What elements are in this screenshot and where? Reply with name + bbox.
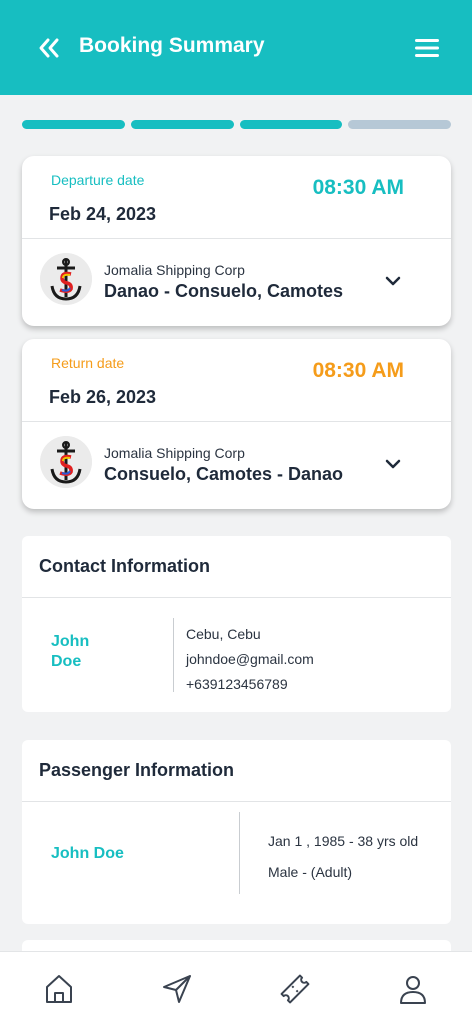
expand-button[interactable] (384, 457, 402, 469)
progress-step-2 (130, 120, 234, 129)
contact-address: Cebu, Cebu (186, 626, 261, 642)
chevron-down-icon (385, 276, 401, 286)
home-icon (46, 975, 72, 1003)
nav-tickets[interactable] (278, 972, 312, 1006)
contact-phone: +639123456789 (186, 676, 288, 692)
route-name: Consuelo, Camotes - Danao (104, 464, 344, 484)
departure-date: Feb 24, 2023 (49, 204, 157, 224)
contact-information-card: Contact Information John Doe Cebu, Cebu … (22, 536, 451, 712)
hamburger-menu-icon (415, 39, 439, 57)
departure-date-label: Departure date (51, 172, 145, 188)
passenger-name: John Doe (51, 845, 124, 862)
double-chevron-left-icon (39, 38, 59, 58)
nav-profile[interactable] (396, 972, 430, 1006)
passenger-information-card: Passenger Information John Doe Jan 1 , 1… (22, 740, 451, 924)
vertical-divider (173, 618, 174, 692)
step-progress (22, 120, 451, 129)
divider (22, 597, 451, 598)
page-title: Booking Summary (79, 34, 265, 57)
expand-button[interactable] (384, 274, 402, 286)
anchor-logo-icon (40, 436, 92, 488)
return-card: Return date Feb 26, 2023 08:30 AM Jomali… (22, 339, 451, 509)
chevron-down-icon (385, 459, 401, 469)
bottom-navigation (0, 951, 472, 1024)
company-logo (40, 253, 92, 305)
vertical-divider (239, 812, 240, 894)
departure-card: Departure date Feb 24, 2023 08:30 AM Jom… (22, 156, 451, 326)
route-name: Danao - Consuelo, Camotes (104, 281, 344, 301)
progress-step-4 (348, 120, 451, 129)
contact-last-name: Doe (51, 653, 82, 670)
nav-send[interactable] (160, 972, 194, 1006)
divider (22, 421, 451, 422)
contact-email: johndoe@gmail.com (186, 651, 314, 667)
divider (22, 238, 451, 239)
back-button[interactable] (36, 35, 62, 61)
passenger-type: Male - (Adult) (268, 864, 353, 880)
contact-information-title: Contact Information (39, 556, 210, 576)
menu-button[interactable] (413, 36, 441, 60)
progress-step-3 (239, 120, 343, 129)
return-time: 08:30 AM (312, 359, 404, 382)
company-name: Jomalia Shipping Corp (104, 262, 245, 278)
contact-first-name: John (51, 633, 90, 650)
passenger-birth: Jan 1 , 1985 - 38 yrs old (268, 833, 419, 849)
company-name: Jomalia Shipping Corp (104, 445, 245, 461)
return-date: Feb 26, 2023 (49, 387, 157, 407)
profile-icon (400, 976, 426, 1004)
app-header: Booking Summary (0, 0, 472, 95)
progress-step-1 (22, 120, 125, 129)
contact-name: John Doe (51, 632, 111, 672)
send-icon (163, 975, 191, 1003)
company-logo (40, 436, 92, 488)
passenger-information-title: Passenger Information (39, 760, 235, 780)
ticket-icon (280, 974, 310, 1004)
anchor-logo-icon (40, 253, 92, 305)
departure-time: 08:30 AM (312, 176, 404, 199)
divider (22, 801, 451, 802)
nav-home[interactable] (42, 972, 76, 1006)
return-date-label: Return date (51, 355, 125, 371)
